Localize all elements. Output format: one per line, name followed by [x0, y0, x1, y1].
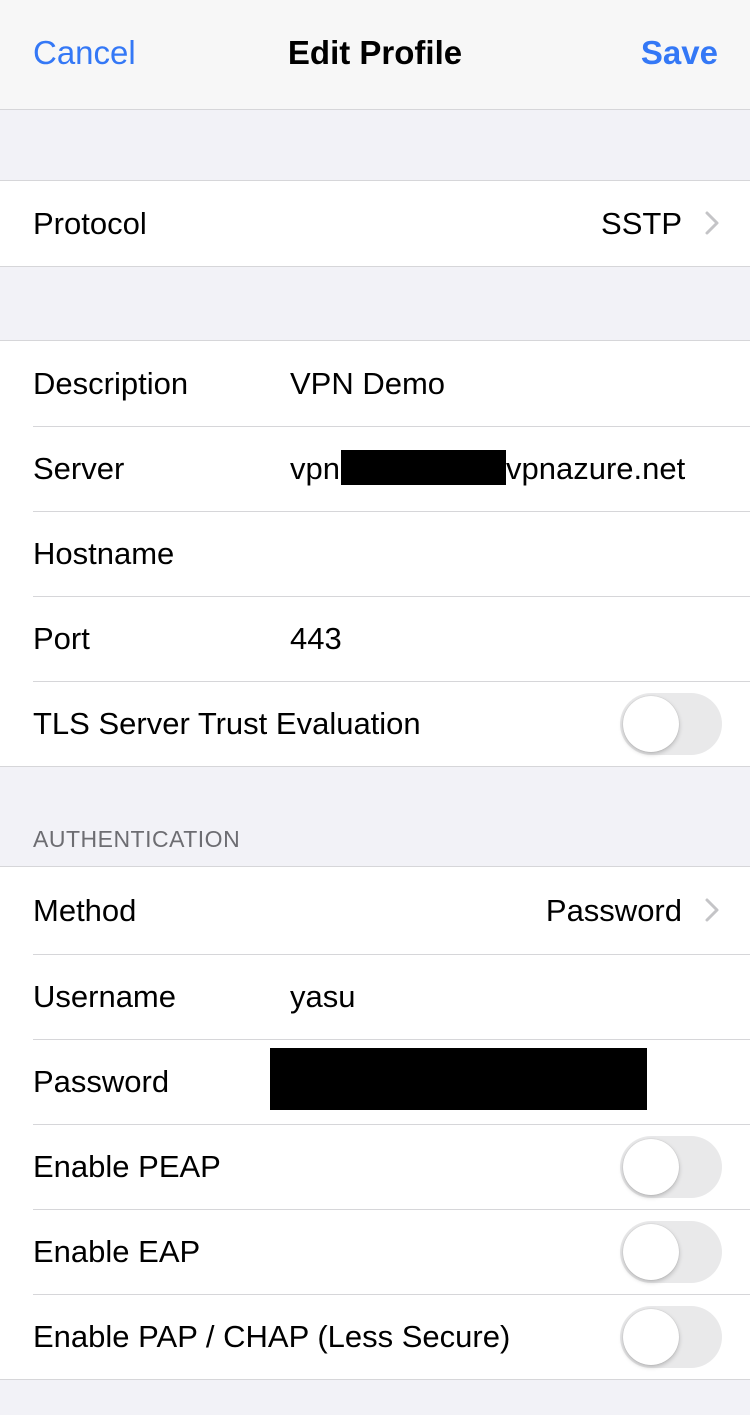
server-redaction — [341, 450, 506, 485]
toggle-knob — [623, 1309, 679, 1365]
server-field-prefix[interactable]: vpn — [290, 426, 340, 511]
authentication-header: AUTHENTICATION — [33, 826, 241, 852]
password-row[interactable]: Password — [0, 1039, 750, 1124]
hostname-label: Hostname — [33, 536, 175, 571]
method-value: Password — [545, 893, 682, 928]
username-row[interactable]: Username yasu — [0, 954, 750, 1039]
chevron-right-icon — [705, 898, 719, 922]
description-field[interactable]: VPN Demo — [290, 341, 445, 426]
tls-label: TLS Server Trust Evaluation — [33, 706, 421, 741]
eap-row: Enable EAP — [0, 1209, 750, 1294]
method-label: Method — [33, 893, 137, 928]
navigation-bar: Cancel Edit Profile Save — [0, 0, 750, 110]
eap-toggle[interactable] — [620, 1221, 722, 1283]
tls-row: TLS Server Trust Evaluation — [0, 681, 750, 766]
save-button[interactable]: Save — [641, 34, 718, 72]
protocol-group: Protocol SSTP — [0, 180, 750, 267]
eap-label: Enable EAP — [33, 1234, 201, 1269]
peap-row: Enable PEAP — [0, 1124, 750, 1209]
description-row[interactable]: Description VPN Demo — [0, 341, 750, 426]
chevron-right-icon — [705, 211, 719, 235]
toggle-knob — [623, 696, 679, 752]
pap-chap-row: Enable PAP / CHAP (Less Secure) — [0, 1294, 750, 1379]
pap-chap-label: Enable PAP / CHAP (Less Secure) — [33, 1319, 511, 1354]
password-redaction[interactable] — [270, 1048, 647, 1110]
page-title: Edit Profile — [287, 34, 463, 71]
port-field[interactable]: 443 — [290, 596, 342, 681]
pap-chap-toggle[interactable] — [620, 1306, 722, 1368]
authentication-group: Method Password Username yasu Password E… — [0, 866, 750, 1380]
server-field-suffix[interactable]: vpnazure.net — [506, 426, 685, 511]
tls-toggle[interactable] — [620, 693, 722, 755]
port-row[interactable]: Port 443 — [0, 596, 750, 681]
protocol-label: Protocol — [33, 206, 147, 241]
description-label: Description — [33, 366, 189, 401]
method-row[interactable]: Method Password — [0, 867, 750, 954]
toggle-knob — [623, 1139, 679, 1195]
protocol-row[interactable]: Protocol SSTP — [0, 181, 750, 266]
server-label: Server — [33, 451, 125, 486]
port-label: Port — [33, 621, 90, 656]
protocol-value: SSTP — [601, 206, 682, 241]
server-row[interactable]: Server vpn vpnazure.net — [0, 426, 750, 511]
peap-label: Enable PEAP — [33, 1149, 221, 1184]
password-label: Password — [33, 1064, 170, 1099]
peap-toggle[interactable] — [620, 1136, 722, 1198]
hostname-row[interactable]: Hostname — [0, 511, 750, 596]
connection-settings-group: Description VPN Demo Server vpn vpnazure… — [0, 340, 750, 767]
username-label: Username — [33, 979, 176, 1014]
toggle-knob — [623, 1224, 679, 1280]
username-field[interactable]: yasu — [290, 954, 355, 1039]
